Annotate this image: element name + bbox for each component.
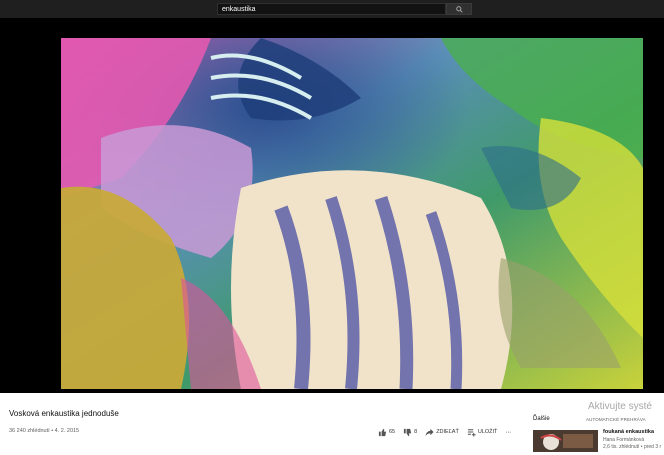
next-label: Ďalšie <box>533 416 550 422</box>
share-button[interactable]: ZDIEĽAŤ <box>425 428 459 437</box>
thumb-down-icon <box>404 428 412 436</box>
autoplay-toggle-label[interactable]: AUTOMATICKÉ PREHRÁVA <box>586 417 646 422</box>
recommendation-channel: Hana Formánková <box>603 437 645 443</box>
thumb-up-icon <box>378 428 387 436</box>
search-icon <box>455 5 463 13</box>
share-label: ZDIEĽAŤ <box>436 429 459 435</box>
save-button[interactable]: ULOŽIŤ <box>467 428 498 437</box>
like-count: 65 <box>389 429 396 435</box>
like-button[interactable]: 65 <box>378 428 395 437</box>
search-button[interactable] <box>446 3 472 15</box>
thumbnail-image <box>533 430 598 452</box>
video-title: Vosková enkaustika jednoduše <box>9 409 119 418</box>
more-icon: ··· <box>505 428 511 436</box>
video-frame[interactable] <box>61 38 643 389</box>
recommendation-meta: 2,6 tis. zhlédnutí • pred 3 r <box>603 444 662 450</box>
more-button[interactable]: ··· <box>505 429 511 436</box>
dislike-button[interactable]: 8 <box>403 428 417 437</box>
search-input[interactable]: enkaustika <box>217 3 446 15</box>
video-info-panel: Vosková enkaustika jednoduše 36 240 zhlé… <box>0 393 664 455</box>
share-icon <box>425 428 434 436</box>
video-player[interactable] <box>0 18 664 393</box>
recommendation-title[interactable]: foukaná enkaustika <box>603 429 654 435</box>
video-actions: 65 8 ZDIEĽAŤ ULOŽIŤ ··· <box>378 427 519 437</box>
activation-watermark: Aktivujte systé <box>588 401 652 412</box>
dislike-count: 8 <box>414 429 418 435</box>
video-views-date: 36 240 zhlédnutí • 4. 2. 2015 <box>9 428 80 434</box>
save-playlist-icon <box>467 428 476 437</box>
recommendation-thumbnail[interactable] <box>533 430 598 452</box>
top-bar: enkaustika <box>0 0 664 18</box>
save-label: ULOŽIŤ <box>477 429 498 435</box>
encaustic-painting-image <box>61 38 643 389</box>
